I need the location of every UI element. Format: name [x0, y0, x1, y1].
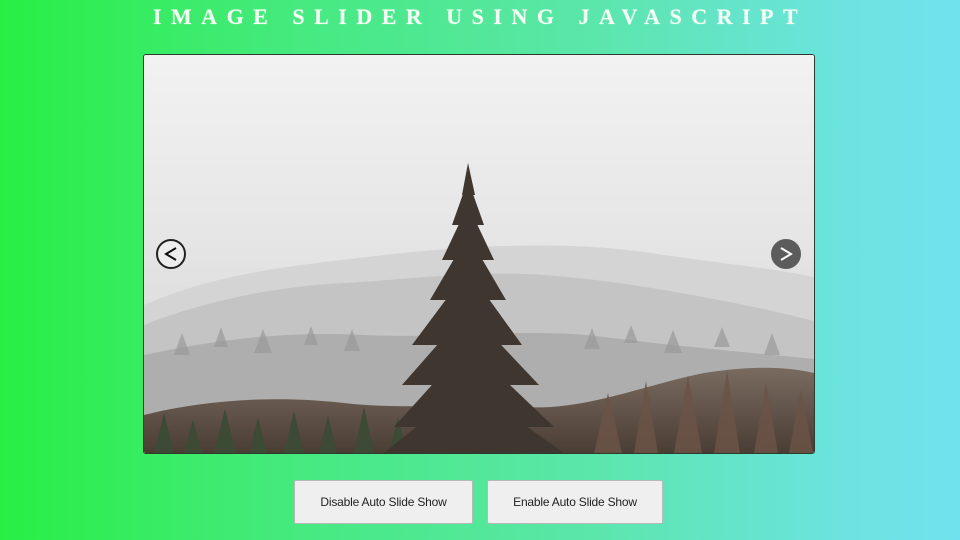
chevron-right-icon [780, 247, 793, 261]
slide-image [144, 55, 814, 453]
prev-slide-button[interactable] [156, 239, 186, 269]
enable-auto-slide-button[interactable]: Enable Auto Slide Show [487, 480, 663, 524]
next-slide-button[interactable] [771, 239, 801, 269]
chevron-left-icon [164, 247, 177, 261]
disable-auto-slide-button[interactable]: Disable Auto Slide Show [294, 480, 473, 524]
page-title: IMAGE SLIDER USING JAVASCRIPT [152, 4, 808, 29]
slideshow-controls: Disable Auto Slide Show Enable Auto Slid… [0, 480, 960, 524]
image-slider [143, 54, 815, 454]
